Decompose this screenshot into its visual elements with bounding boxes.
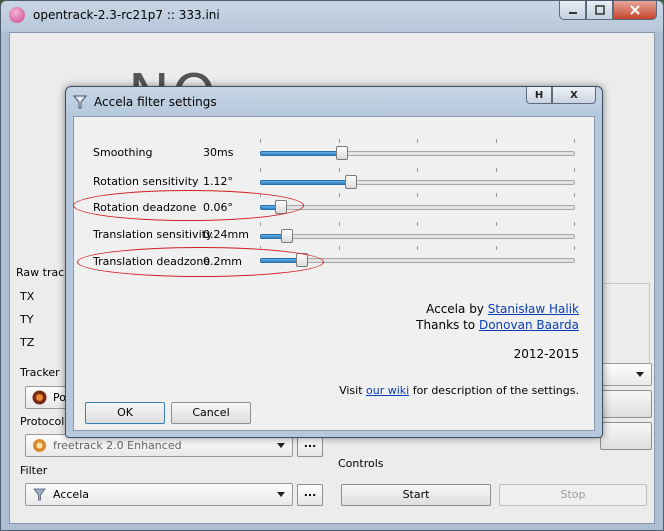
slider-tick — [339, 193, 340, 197]
wiki-link[interactable]: our wiki — [366, 384, 409, 397]
contributor-link[interactable]: Donovan Baarda — [479, 318, 579, 332]
wiki-line: Visit our wiki for description of the se… — [339, 384, 579, 397]
maximize-button[interactable] — [586, 1, 613, 20]
slider-tick — [496, 246, 497, 250]
slider-tick — [496, 222, 497, 226]
slider-tick — [496, 193, 497, 197]
stop-button[interactable]: Stop — [499, 484, 647, 506]
slider-tick — [260, 222, 261, 226]
maximize-icon — [594, 5, 605, 15]
slider-tick — [339, 139, 340, 143]
minimize-icon — [568, 12, 577, 14]
slider-handle[interactable] — [345, 175, 357, 189]
author-link[interactable]: Stanisław Halik — [488, 302, 579, 316]
dialog-help-button[interactable]: H — [526, 87, 552, 104]
credits-years: 2012-2015 — [513, 347, 579, 361]
accela-filter-icon — [73, 95, 87, 109]
right-button-2[interactable] — [600, 422, 652, 450]
ok-button[interactable]: OK — [85, 402, 165, 424]
slider-tick — [417, 168, 418, 172]
slider-tick — [574, 222, 575, 226]
smoothing-label: Smoothing — [93, 146, 153, 159]
slider-tick — [339, 168, 340, 172]
slider-tick — [339, 222, 340, 226]
slider-tick — [574, 246, 575, 250]
rotation-sensitivity-slider[interactable] — [260, 168, 575, 192]
chevron-down-icon — [277, 492, 285, 497]
slider-handle[interactable] — [281, 229, 293, 243]
minimize-button[interactable] — [559, 1, 586, 20]
slider-tick — [417, 139, 418, 143]
slider-tick — [260, 139, 261, 143]
dialog-close-button[interactable]: X — [552, 87, 596, 104]
rotation-sensitivity-label: Rotation sensitivity — [93, 175, 199, 188]
translation-sensitivity-label: Translation sensitivity — [93, 228, 213, 241]
slider-tick — [260, 168, 261, 172]
freetrack-icon — [33, 439, 46, 452]
protocol-label: Protocol — [20, 415, 65, 428]
axis-tx-label: TX — [20, 290, 35, 303]
start-button[interactable]: Start — [341, 484, 491, 506]
slider-tick — [417, 193, 418, 197]
dialog-title: Accela filter settings — [94, 95, 217, 109]
slider-fill — [260, 180, 351, 185]
filter-settings-button[interactable]: ... — [297, 484, 323, 506]
right-button-1[interactable] — [600, 390, 652, 418]
dialog-caption-buttons: H X — [526, 87, 596, 104]
chevron-down-icon — [277, 443, 285, 448]
chevron-down-icon — [636, 372, 644, 377]
controls-label: Controls — [338, 457, 384, 470]
slider-handle[interactable] — [336, 146, 348, 160]
credits-line-1: Accela by Stanisław Halik — [426, 302, 579, 316]
accela-filter-icon — [33, 488, 46, 501]
main-window-title: opentrack-2.3-rc21p7 :: 333.ini — [33, 8, 220, 22]
accela-settings-dialog: Accela filter settings H X Smoothing 30m… — [65, 86, 603, 438]
slider-groove[interactable] — [260, 234, 575, 239]
protocol-settings-button[interactable]: ... — [297, 435, 323, 457]
axis-ty-label: TY — [20, 313, 34, 326]
translation-sensitivity-slider[interactable] — [260, 222, 575, 246]
opentrack-octopus-icon — [9, 7, 25, 23]
main-titlebar[interactable]: opentrack-2.3-rc21p7 :: 333.ini — [1, 1, 663, 31]
close-icon — [630, 5, 640, 15]
smoothing-slider[interactable] — [260, 139, 575, 163]
slider-fill — [260, 151, 342, 156]
slider-tick — [417, 222, 418, 226]
main-close-button[interactable] — [613, 1, 657, 20]
slider-tick — [339, 246, 340, 250]
profile-combo[interactable] — [600, 363, 652, 386]
filter-combo[interactable]: Accela — [25, 483, 293, 506]
slider-tick — [496, 139, 497, 143]
rotation-sensitivity-value: 1.12° — [203, 175, 233, 188]
tracker-combo[interactable]: Poi — [25, 386, 70, 409]
slider-tick — [574, 139, 575, 143]
annotation-ellipse-rotation-deadzone — [73, 190, 304, 221]
dialog-client-area: Smoothing 30ms Rotation sensitivity 1.12… — [73, 116, 595, 431]
main-caption-buttons — [559, 1, 657, 21]
rotation-deadzone-slider[interactable] — [260, 193, 575, 217]
raw-tracker-label: Raw track — [16, 266, 71, 279]
translation-sensitivity-value: 0.24mm — [203, 228, 249, 241]
tracker-label: Tracker — [20, 366, 60, 379]
smoothing-value: 30ms — [203, 146, 234, 159]
credits-line-2: Thanks to Donovan Baarda — [416, 318, 579, 332]
axis-tz-label: TZ — [20, 336, 35, 349]
filter-label: Filter — [20, 464, 48, 477]
cancel-button[interactable]: Cancel — [171, 402, 251, 424]
pointtracker-icon — [32, 390, 47, 405]
slider-tick — [417, 246, 418, 250]
slider-groove[interactable] — [260, 205, 575, 210]
slider-tick — [574, 168, 575, 172]
slider-tick — [496, 168, 497, 172]
annotation-ellipse-translation-deadzone — [77, 247, 324, 277]
slider-tick — [574, 193, 575, 197]
